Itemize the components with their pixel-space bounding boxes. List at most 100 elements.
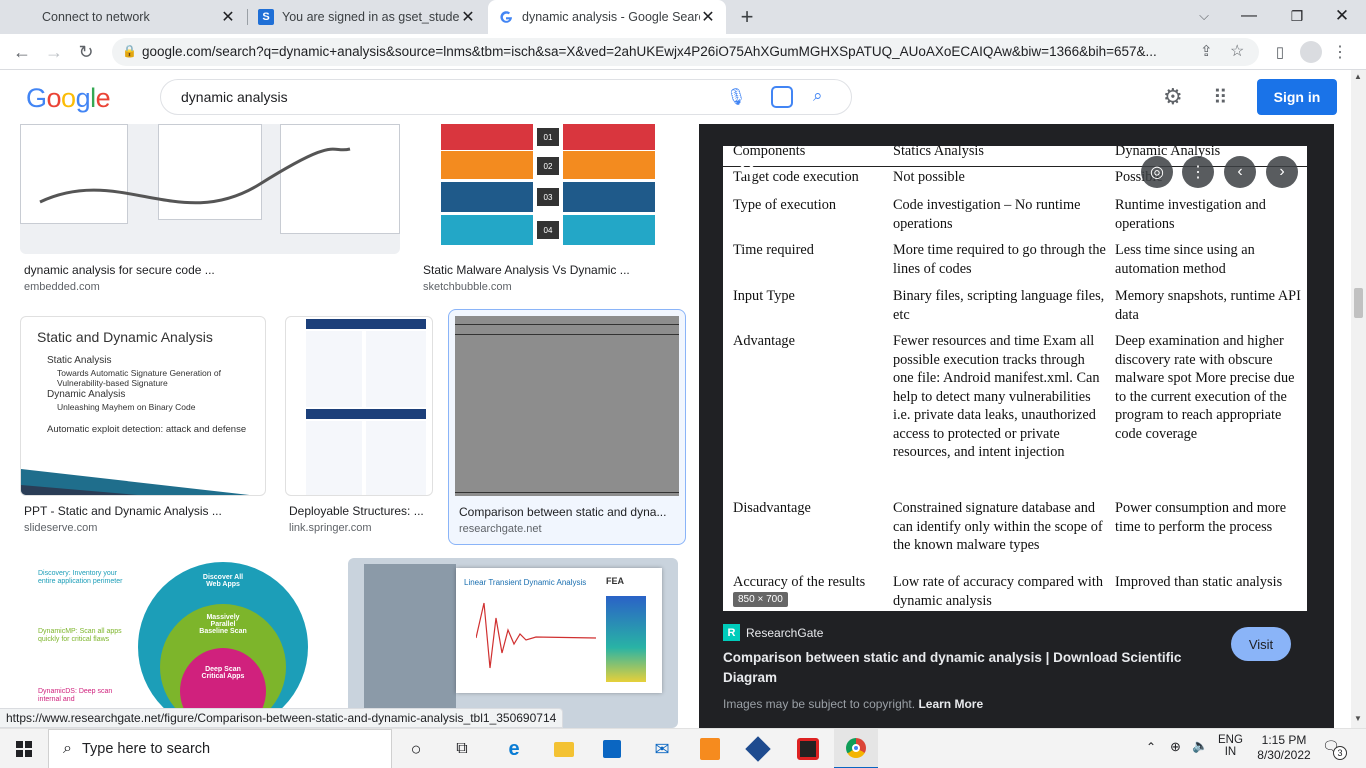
cortana-icon[interactable]: ○ (394, 729, 438, 768)
result-title[interactable]: Comparison between static and dyna... (459, 505, 675, 519)
browser-menu-icon[interactable]: ⋮ (1326, 38, 1354, 66)
fea-transient-thumbnail[interactable]: Linear Transient Dynamic Analysis FEA (348, 558, 678, 728)
copyright-notice: Images may be subject to copyright. Lear… (723, 697, 983, 711)
deployable-structures-thumbnail[interactable] (285, 316, 433, 496)
result-title[interactable]: PPT - Static and Dynamic Analysis ... (24, 504, 260, 518)
result-card[interactable]: Linear Transient Dynamic Analysis FEA (348, 558, 678, 728)
thumb-text: Deep Scan Critical Apps (201, 666, 245, 680)
profile-avatar[interactable] (1300, 41, 1322, 63)
result-source: embedded.com (24, 281, 100, 293)
tab-search-chevron-icon[interactable]: ⌵ (1190, 2, 1218, 30)
chrome-icon[interactable] (834, 729, 878, 768)
close-tab-icon[interactable]: ✕ (220, 7, 236, 27)
preview-source[interactable]: ResearchGate (746, 626, 823, 640)
result-card-selected[interactable]: Comparison between static and dyna... re… (448, 309, 686, 545)
tray-chevron-icon[interactable]: ⌃ (1146, 740, 1156, 754)
image-preview-panel: Components Statics Analysis Dynamic Analys… (699, 124, 1334, 728)
logo-letter: o (46, 83, 62, 113)
taskbar-search-placeholder: Type here to search (81, 741, 211, 757)
voice-search-icon[interactable]: 🎙 (726, 87, 746, 107)
preview-image[interactable]: Components Statics Analysis Dynamic Analys… (723, 146, 1307, 611)
result-card[interactable]: Static and Dynamic Analysis Static Analy… (20, 316, 266, 538)
taskbar-search[interactable]: ⌕ Type here to search (48, 729, 392, 768)
result-card[interactable]: dynamic analysis for secure code ... emb… (20, 124, 400, 294)
step-label: 01 (537, 128, 559, 146)
new-tab-icon[interactable]: + (733, 3, 761, 31)
red-app-icon[interactable] (786, 729, 830, 768)
s-app-icon: S (258, 9, 274, 25)
table-cell: Disadvantage (733, 500, 811, 516)
comparison-table-thumbnail[interactable] (455, 316, 679, 496)
clock-date: 8/30/2022 (1257, 748, 1311, 762)
bookmark-star-icon[interactable]: ☆ (1230, 41, 1244, 61)
close-preview-icon[interactable]: ✕ (731, 156, 763, 188)
close-tab-icon[interactable]: ✕ (700, 7, 716, 27)
result-title[interactable]: dynamic analysis for secure code ... (24, 263, 394, 277)
reload-icon[interactable]: ↻ (72, 38, 100, 66)
scroll-up-icon[interactable]: ▲ (1354, 72, 1362, 81)
more-options-icon[interactable]: ⋮ (1182, 156, 1214, 188)
search-box[interactable]: dynamic analysis 🎙 ⌕ (160, 79, 852, 115)
malware-analysis-thumbnail[interactable]: 01 02 03 04 (419, 124, 679, 254)
edge-icon[interactable]: e (492, 729, 536, 768)
mail-icon[interactable]: ✉ (640, 729, 684, 768)
settings-gear-icon[interactable]: ⚙ (1163, 84, 1183, 110)
result-card[interactable]: 01 02 03 04 Static Malware Analysis Vs D… (419, 124, 679, 294)
close-window-icon[interactable]: ✕ (1328, 2, 1356, 30)
minimize-icon[interactable]: — (1235, 2, 1263, 30)
result-title[interactable]: Deployable Structures: ... (289, 504, 429, 518)
researchgate-icon: R (723, 624, 740, 641)
ppt-thumbnail[interactable]: Static and Dynamic Analysis Static Analy… (20, 316, 266, 496)
windows-start-icon[interactable] (2, 729, 46, 768)
table-cell: Memory snapshots, runtime API data (1115, 288, 1301, 323)
close-tab-icon[interactable]: ✕ (460, 7, 476, 27)
file-explorer-icon[interactable] (542, 729, 586, 768)
thumb-text: Linear Transient Dynamic Analysis (464, 578, 587, 587)
lens-search-icon[interactable] (771, 86, 793, 108)
result-title[interactable]: Static Malware Analysis Vs Dynamic ... (423, 263, 673, 277)
clock[interactable]: 1:15 PM 8/30/2022 (1256, 733, 1312, 763)
result-card[interactable]: Deployable Structures: ... link.springer… (285, 316, 433, 538)
thumb-text: DynamicDS: Deep scan internal and (38, 688, 113, 703)
discovery-diagram-thumbnail[interactable]: Discover All Web Apps Massively Parallel… (20, 558, 328, 728)
task-view-icon[interactable]: ⧉ (440, 729, 484, 768)
lock-icon: 🔒 (122, 44, 137, 58)
tab-title: dynamic analysis - Google Search (522, 10, 700, 24)
result-source: researchgate.net (459, 523, 542, 535)
store-icon[interactable] (590, 729, 634, 768)
previous-icon[interactable]: ‹ (1224, 156, 1256, 188)
page-scrollbar[interactable]: ▲ ▼ (1351, 70, 1366, 728)
code-thumbnail[interactable] (20, 124, 400, 254)
preview-title[interactable]: Comparison between static and dynamic an… (723, 648, 1223, 688)
learn-more-link[interactable]: Learn More (918, 697, 983, 711)
next-icon[interactable]: › (1266, 156, 1298, 188)
tab-google-search[interactable]: dynamic analysis - Google Search ✕ (488, 0, 726, 34)
table-cell: Advantage (733, 333, 795, 349)
language-indicator[interactable]: ENG IN (1218, 734, 1243, 758)
search-input[interactable]: dynamic analysis (181, 89, 288, 105)
back-icon[interactable]: ← (8, 38, 36, 66)
virtualbox-icon[interactable] (736, 729, 780, 768)
scroll-down-icon[interactable]: ▼ (1354, 714, 1362, 723)
forward-icon[interactable]: → (40, 38, 68, 66)
restore-icon[interactable]: ❐ (1283, 2, 1311, 30)
lens-icon[interactable]: ◎ (1141, 156, 1173, 188)
table-cell: Power consumption and more time to perfo… (1115, 500, 1287, 535)
pdf-app-icon[interactable] (688, 729, 732, 768)
logo-letter: e (95, 83, 111, 113)
tab-signed-in[interactable]: S You are signed in as gset_student ✕ (248, 0, 486, 34)
side-panel-icon[interactable]: ▯ (1266, 38, 1294, 66)
result-card[interactable]: Discover All Web Apps Massively Parallel… (20, 558, 328, 728)
search-icon[interactable]: ⌕ (813, 86, 823, 106)
tab-connect[interactable]: Connect to network ✕ (8, 0, 246, 34)
network-icon[interactable]: ⊕ (1170, 739, 1181, 755)
address-bar[interactable]: 🔒 google.com/search?q=dynamic+analysis&s… (112, 38, 1259, 66)
apps-grid-icon[interactable]: ⠿ (1213, 85, 1228, 110)
volume-icon[interactable]: 🔈 (1192, 738, 1208, 754)
scrollbar-thumb[interactable] (1354, 288, 1363, 318)
google-logo[interactable]: Google (26, 83, 111, 114)
visit-button[interactable]: Visit (1231, 627, 1291, 661)
thumb-text: Massively Parallel Baseline Scan (199, 614, 247, 635)
sign-in-button[interactable]: Sign in (1257, 79, 1337, 115)
share-icon[interactable]: ⇪ (1200, 42, 1213, 60)
